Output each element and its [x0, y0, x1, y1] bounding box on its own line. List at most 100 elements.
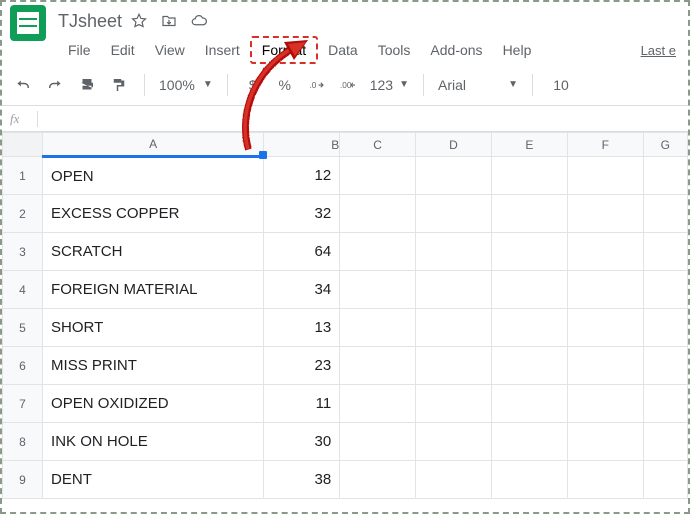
- cell[interactable]: [340, 385, 416, 423]
- row-header[interactable]: 8: [3, 423, 43, 461]
- cell[interactable]: [491, 271, 567, 309]
- column-header-a[interactable]: A: [43, 133, 264, 157]
- cell[interactable]: [340, 195, 416, 233]
- paint-format-button[interactable]: [108, 74, 130, 96]
- cell[interactable]: [491, 309, 567, 347]
- column-header-g[interactable]: G: [643, 133, 687, 157]
- cell[interactable]: [416, 195, 492, 233]
- sheets-app-icon[interactable]: [10, 5, 46, 41]
- cell[interactable]: [567, 423, 643, 461]
- cell[interactable]: [567, 309, 643, 347]
- cell[interactable]: [643, 385, 687, 423]
- row-header[interactable]: 5: [3, 309, 43, 347]
- cell[interactable]: [643, 195, 687, 233]
- menu-addons[interactable]: Add-ons: [420, 38, 492, 62]
- row-header[interactable]: 3: [3, 233, 43, 271]
- column-header-b[interactable]: B: [264, 133, 340, 157]
- cell[interactable]: 38: [264, 461, 340, 499]
- cell[interactable]: [567, 385, 643, 423]
- column-header-e[interactable]: E: [491, 133, 567, 157]
- cell[interactable]: [643, 157, 687, 195]
- cell[interactable]: [567, 461, 643, 499]
- cell[interactable]: [416, 461, 492, 499]
- document-name[interactable]: TJsheet: [58, 11, 122, 32]
- menu-data[interactable]: Data: [318, 38, 368, 62]
- cell[interactable]: 32: [264, 195, 340, 233]
- cell[interactable]: OPEN OXIDIZED: [43, 385, 264, 423]
- cell[interactable]: 12: [264, 157, 340, 195]
- cell[interactable]: 23: [264, 347, 340, 385]
- font-size-input[interactable]: 10: [547, 77, 575, 93]
- cell[interactable]: [643, 461, 687, 499]
- print-button[interactable]: [76, 74, 98, 96]
- cell[interactable]: [567, 347, 643, 385]
- cell[interactable]: [340, 347, 416, 385]
- cell[interactable]: [340, 461, 416, 499]
- currency-button[interactable]: $: [242, 74, 264, 96]
- cell[interactable]: [340, 423, 416, 461]
- cell[interactable]: SHORT: [43, 309, 264, 347]
- cell[interactable]: FOREIGN MATERIAL: [43, 271, 264, 309]
- cell[interactable]: [643, 423, 687, 461]
- cell[interactable]: [567, 157, 643, 195]
- select-all-corner[interactable]: [3, 133, 43, 157]
- cell[interactable]: [416, 271, 492, 309]
- cell[interactable]: 64: [264, 233, 340, 271]
- cell[interactable]: [567, 233, 643, 271]
- cell[interactable]: OPEN: [43, 157, 264, 195]
- cell[interactable]: [416, 385, 492, 423]
- cell[interactable]: [491, 347, 567, 385]
- cell[interactable]: [340, 309, 416, 347]
- spreadsheet-grid[interactable]: A B C D E F G 1 OPEN 12 2 EXC: [2, 132, 688, 512]
- cell[interactable]: [416, 423, 492, 461]
- cell[interactable]: DENT: [43, 461, 264, 499]
- decrease-decimal-button[interactable]: .0: [306, 74, 328, 96]
- cloud-status-icon[interactable]: [190, 12, 208, 30]
- cell[interactable]: INK ON HOLE: [43, 423, 264, 461]
- cell[interactable]: SCRATCH: [43, 233, 264, 271]
- cell[interactable]: [643, 271, 687, 309]
- percent-button[interactable]: %: [274, 74, 296, 96]
- cell[interactable]: [491, 423, 567, 461]
- increase-decimal-button[interactable]: .00: [338, 74, 360, 96]
- cell[interactable]: [643, 233, 687, 271]
- last-edit-link[interactable]: Last e: [641, 43, 676, 58]
- cell[interactable]: [416, 233, 492, 271]
- cell[interactable]: [491, 385, 567, 423]
- cell[interactable]: [340, 271, 416, 309]
- redo-button[interactable]: [44, 74, 66, 96]
- row-header[interactable]: 4: [3, 271, 43, 309]
- cell[interactable]: [340, 233, 416, 271]
- star-icon[interactable]: [130, 12, 148, 30]
- cell[interactable]: [643, 309, 687, 347]
- cell[interactable]: MISS PRINT: [43, 347, 264, 385]
- cell[interactable]: [491, 195, 567, 233]
- cell[interactable]: [491, 233, 567, 271]
- cell[interactable]: [416, 347, 492, 385]
- cell[interactable]: [567, 271, 643, 309]
- font-family-dropdown[interactable]: Arial ▼: [438, 77, 518, 93]
- menu-edit[interactable]: Edit: [101, 38, 145, 62]
- row-header[interactable]: 6: [3, 347, 43, 385]
- cell[interactable]: [491, 461, 567, 499]
- row-header[interactable]: 2: [3, 195, 43, 233]
- column-header-c[interactable]: C: [340, 133, 416, 157]
- cell[interactable]: 11: [264, 385, 340, 423]
- cell[interactable]: [416, 157, 492, 195]
- menu-tools[interactable]: Tools: [368, 38, 421, 62]
- menu-view[interactable]: View: [145, 38, 195, 62]
- zoom-dropdown[interactable]: 100% ▼: [159, 77, 213, 93]
- row-header[interactable]: 9: [3, 461, 43, 499]
- cell[interactable]: 30: [264, 423, 340, 461]
- column-header-f[interactable]: F: [567, 133, 643, 157]
- number-format-dropdown[interactable]: 123 ▼: [370, 77, 409, 93]
- cell[interactable]: [491, 157, 567, 195]
- cell[interactable]: [643, 347, 687, 385]
- cell[interactable]: 34: [264, 271, 340, 309]
- menu-format[interactable]: Format: [250, 36, 318, 64]
- menu-insert[interactable]: Insert: [195, 38, 250, 62]
- column-header-d[interactable]: D: [416, 133, 492, 157]
- cell[interactable]: EXCESS COPPER: [43, 195, 264, 233]
- cell[interactable]: [567, 195, 643, 233]
- row-header[interactable]: 1: [3, 157, 43, 195]
